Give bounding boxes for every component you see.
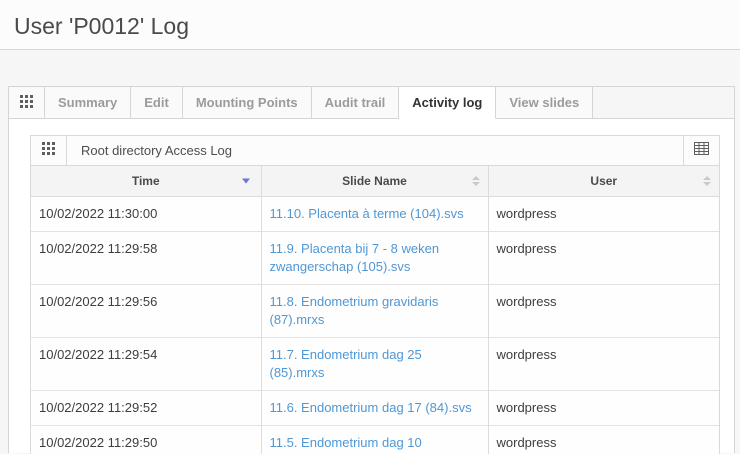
tab-edit[interactable]: Edit [131, 87, 183, 119]
slide-link[interactable]: 11.10. Placenta à terme (104).svs [270, 206, 464, 221]
column-label: User [590, 174, 617, 188]
slide-link[interactable]: 11.7. Endometrium dag 25 (85).mrxs [270, 347, 422, 380]
tab-view-slides[interactable]: View slides [496, 87, 593, 119]
tab-label: Mounting Points [196, 95, 298, 110]
tab-filler [593, 87, 734, 119]
slide-name-cell: 11.7. Endometrium dag 25 (85).mrxs [261, 338, 488, 391]
sort-icon [703, 176, 711, 186]
user-cell: wordpress [488, 232, 719, 285]
widget-grid-menu-button[interactable] [31, 136, 67, 165]
tab-mounting-points[interactable]: Mounting Points [183, 87, 312, 119]
tab-bar: Summary Edit Mounting Points Audit trail… [8, 86, 735, 119]
table-view-button[interactable] [683, 136, 719, 165]
slide-name-cell: 11.5. Endometrium dag 10 (83).mrxs [261, 426, 488, 454]
tab-label: Audit trail [325, 95, 386, 110]
table-view-icon [694, 142, 709, 160]
time-cell: 10/02/2022 11:29:58 [31, 232, 261, 285]
table-row: 10/02/2022 11:29:54 11.7. Endometrium da… [31, 338, 719, 391]
tab-label: Edit [144, 95, 169, 110]
tab-summary[interactable]: Summary [45, 87, 131, 119]
tab-label: View slides [509, 95, 579, 110]
tab-grid-menu-button[interactable] [9, 87, 45, 119]
grid-menu-icon [42, 142, 55, 160]
table-row: 10/02/2022 11:29:56 11.8. Endometrium gr… [31, 285, 719, 338]
sort-icon [472, 176, 480, 186]
time-cell: 10/02/2022 11:29:52 [31, 391, 261, 426]
column-header-user[interactable]: User [488, 166, 719, 197]
panel-body: Root directory Access Log [8, 119, 735, 453]
slide-name-cell: 11.9. Placenta bij 7 - 8 weken zwangersc… [261, 232, 488, 285]
user-cell: wordpress [488, 285, 719, 338]
title-area: User 'P0012' Log [0, 0, 740, 50]
slide-link[interactable]: 11.9. Placenta bij 7 - 8 weken zwangersc… [270, 241, 440, 274]
page-title: User 'P0012' Log [0, 0, 740, 40]
table-row: 10/02/2022 11:29:52 11.6. Endometrium da… [31, 391, 719, 426]
sort-desc-icon [242, 179, 250, 184]
slide-name-cell: 11.8. Endometrium gravidaris (87).mrxs [261, 285, 488, 338]
table-row: 10/02/2022 11:29:58 11.9. Placenta bij 7… [31, 232, 719, 285]
user-cell: wordpress [488, 338, 719, 391]
time-cell: 10/02/2022 11:29:50 [31, 426, 261, 454]
slide-name-cell: 11.10. Placenta à terme (104).svs [261, 197, 488, 232]
grid-menu-icon [20, 95, 33, 111]
slide-link[interactable]: 11.8. Endometrium gravidaris (87).mrxs [270, 294, 439, 327]
access-log-table: Time Slide Name User [31, 166, 719, 454]
column-label: Slide Name [342, 174, 407, 188]
time-cell: 10/02/2022 11:29:56 [31, 285, 261, 338]
user-cell: wordpress [488, 391, 719, 426]
tab-label: Summary [58, 95, 117, 110]
widget-toolbar: Root directory Access Log [31, 136, 719, 166]
column-label: Time [132, 174, 160, 188]
user-log-panel: Summary Edit Mounting Points Audit trail… [8, 86, 735, 453]
time-cell: 10/02/2022 11:29:54 [31, 338, 261, 391]
tab-audit-trail[interactable]: Audit trail [312, 87, 400, 119]
column-header-time[interactable]: Time [31, 166, 261, 197]
slide-link[interactable]: 11.6. Endometrium dag 17 (84).svs [270, 400, 472, 415]
user-cell: wordpress [488, 197, 719, 232]
table-row: 10/02/2022 11:29:50 11.5. Endometrium da… [31, 426, 719, 454]
column-header-slide-name[interactable]: Slide Name [261, 166, 488, 197]
widget-title: Root directory Access Log [67, 136, 683, 165]
user-cell: wordpress [488, 426, 719, 454]
slide-name-cell: 11.6. Endometrium dag 17 (84).svs [261, 391, 488, 426]
table-row: 10/02/2022 11:30:00 11.10. Placenta à te… [31, 197, 719, 232]
tab-label: Activity log [412, 95, 482, 110]
content-area: Summary Edit Mounting Points Audit trail… [0, 50, 740, 454]
tab-activity-log[interactable]: Activity log [399, 87, 496, 119]
time-cell: 10/02/2022 11:30:00 [31, 197, 261, 232]
table-header-row: Time Slide Name User [31, 166, 719, 197]
access-log-widget: Root directory Access Log [30, 135, 720, 454]
slide-link[interactable]: 11.5. Endometrium dag 10 (83).mrxs [270, 435, 422, 454]
screen: User 'P0012' Log Summary Edit Mounting P… [0, 0, 740, 454]
